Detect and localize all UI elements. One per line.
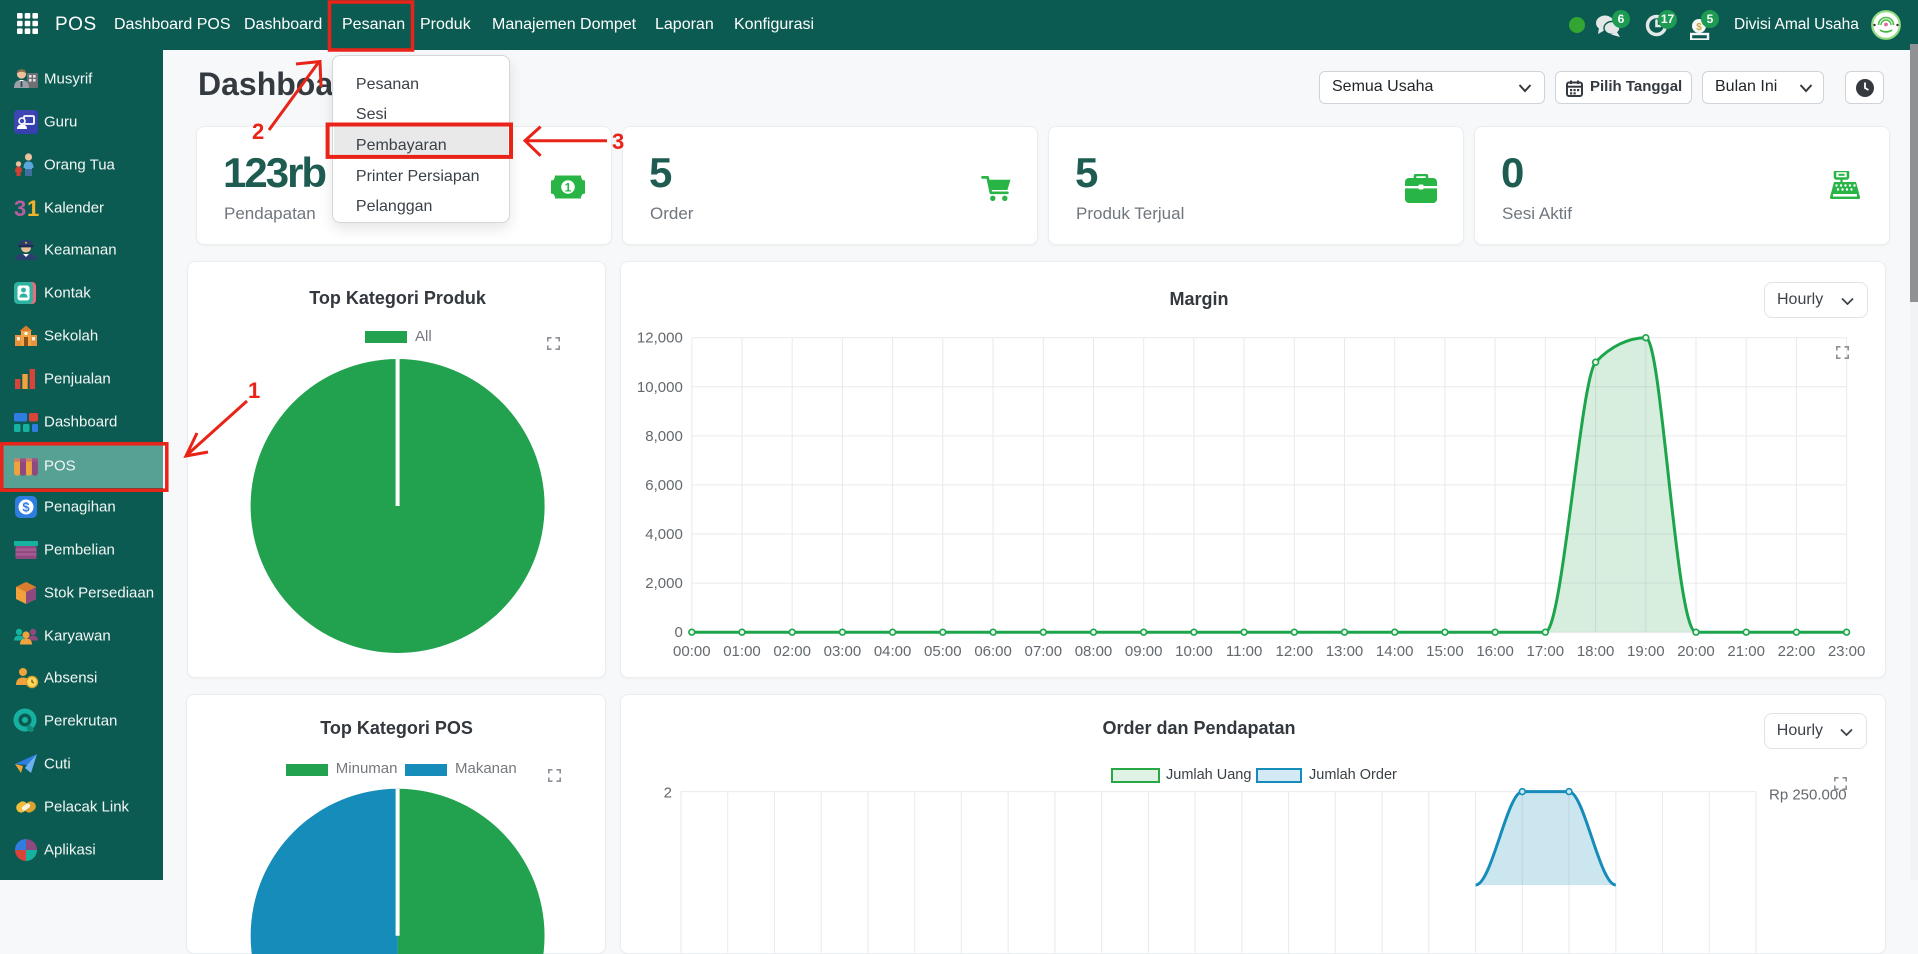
svg-text:1: 1 [27,196,39,221]
svg-text:$: $ [22,500,30,515]
svg-text:13:00: 13:00 [1326,643,1364,660]
svg-text:21:00: 21:00 [1727,643,1765,660]
svg-text:16:00: 16:00 [1476,643,1514,660]
svg-text:23:00: 23:00 [1828,643,1866,660]
svg-text:05:00: 05:00 [924,643,962,660]
svg-text:09:00: 09:00 [1125,643,1163,660]
svg-text:19:00: 19:00 [1627,643,1665,660]
svg-text:00:00: 00:00 [673,643,711,660]
svg-text:06:00: 06:00 [974,643,1012,660]
svg-text:08:00: 08:00 [1075,643,1113,660]
svg-text:14:00: 14:00 [1376,643,1414,660]
svg-text:12:00: 12:00 [1276,643,1314,660]
svg-text:3: 3 [14,196,26,221]
svg-text:12,000: 12,000 [637,330,683,347]
svg-text:0: 0 [674,624,682,641]
svg-text:11:00: 11:00 [1226,643,1262,660]
svg-text:8,000: 8,000 [645,428,683,445]
svg-text:01:00: 01:00 [723,643,761,660]
svg-text:10:00: 10:00 [1175,643,1213,660]
svg-text:07:00: 07:00 [1025,643,1063,660]
svg-text:10,000: 10,000 [637,379,683,396]
svg-text:03:00: 03:00 [824,643,862,660]
svg-text:04:00: 04:00 [874,643,912,660]
svg-text:6,000: 6,000 [645,477,683,494]
svg-text:18:00: 18:00 [1577,643,1615,660]
svg-text:02:00: 02:00 [773,643,811,660]
svg-text:17:00: 17:00 [1527,643,1565,660]
svg-text:2: 2 [664,785,672,802]
svg-text:22:00: 22:00 [1778,643,1816,660]
svg-text:2,000: 2,000 [645,575,683,592]
svg-text:1: 1 [565,180,572,194]
svg-text:4,000: 4,000 [645,526,683,543]
svg-text:15:00: 15:00 [1426,643,1464,660]
svg-text:20:00: 20:00 [1677,643,1715,660]
